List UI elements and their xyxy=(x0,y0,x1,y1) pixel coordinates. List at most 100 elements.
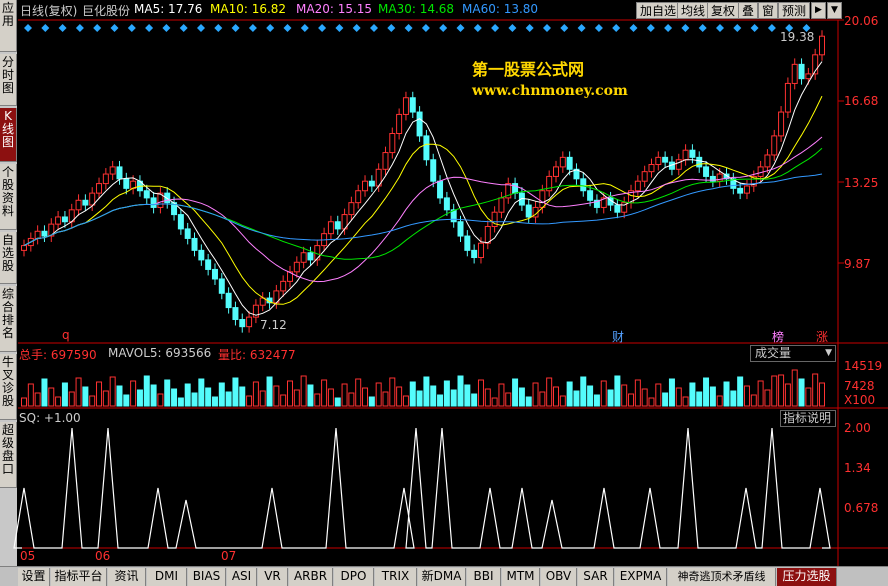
volume-bar xyxy=(89,395,96,407)
volume-bar xyxy=(655,383,662,407)
signal-diamond-icon xyxy=(750,24,759,32)
tab-dpo[interactable]: DPO xyxy=(334,568,374,586)
candle-body xyxy=(123,178,130,189)
candle-body xyxy=(402,97,409,115)
volume-bar xyxy=(443,380,450,407)
volume-bar xyxy=(341,383,348,407)
indicator-help-label: 指标说明 xyxy=(783,411,832,425)
price-tick-label: 16.68 xyxy=(844,94,879,108)
kline-chart[interactable] xyxy=(0,0,888,566)
volume-bar xyxy=(130,380,137,407)
candle-body xyxy=(443,197,450,211)
marker-rise[interactable]: 涨 xyxy=(816,328,828,345)
signal-diamond-icon xyxy=(767,24,776,32)
signal-diamond-icon xyxy=(456,24,465,32)
tab-obv[interactable]: OBV xyxy=(541,568,577,586)
marker-q[interactable]: q xyxy=(62,328,70,342)
month-label: 07 xyxy=(221,549,237,563)
volume-bar xyxy=(136,389,143,407)
candle-body xyxy=(423,135,430,161)
candle-body xyxy=(293,261,300,273)
tab-dmi[interactable]: DMI xyxy=(147,568,187,586)
tab-sar[interactable]: SAR xyxy=(578,568,614,586)
tab-settings[interactable]: 设置 xyxy=(18,568,50,586)
sq-tick-label: 0.678 xyxy=(844,501,879,515)
volume-bar xyxy=(689,382,696,407)
volume-bar xyxy=(368,396,375,407)
volume-selector[interactable]: 成交量 ▼ xyxy=(750,345,836,362)
volume-bar xyxy=(198,378,205,407)
signal-diamond-icon xyxy=(646,24,655,32)
volume-bar xyxy=(334,397,341,407)
volume-bar xyxy=(327,388,334,407)
marker-rank[interactable]: 榜 xyxy=(772,328,784,345)
volume-bar xyxy=(498,383,505,407)
tab-vr[interactable]: VR xyxy=(258,568,288,586)
volume-bar xyxy=(389,377,396,407)
volume-bar xyxy=(771,375,778,407)
signal-diamond-icon xyxy=(404,24,413,32)
signal-diamond-icon xyxy=(197,24,205,32)
candle-body xyxy=(430,159,437,182)
price-tick-label: 9.87 xyxy=(844,257,871,271)
signal-diamond-icon xyxy=(491,24,500,32)
candle-body xyxy=(771,135,778,156)
volume-bar xyxy=(382,391,389,407)
tab-news[interactable]: 资讯 xyxy=(108,568,146,586)
volume-bar xyxy=(491,397,498,407)
signal-diamond-icon xyxy=(387,24,396,32)
candle-body xyxy=(655,156,662,166)
tab-arbr[interactable]: ARBR xyxy=(289,568,333,586)
volume-bar xyxy=(532,382,539,407)
volume-ratio-label: 量比: 632477 xyxy=(218,348,296,362)
indicator-help-button[interactable]: 指标说明 xyxy=(780,410,836,427)
tab-pressure-select[interactable]: 压力选股 xyxy=(777,568,837,586)
volume-bar xyxy=(518,387,525,407)
tab-escape-top-line[interactable]: 神奇逃顶术矛盾线 xyxy=(668,568,776,586)
candle-body xyxy=(239,319,246,328)
signal-diamond-icon xyxy=(681,24,690,32)
candle-body xyxy=(682,149,689,161)
candle-body xyxy=(798,63,805,80)
tab-expma[interactable]: EXPMA xyxy=(615,568,667,586)
volume-bar xyxy=(784,383,791,407)
candle-body xyxy=(457,221,464,237)
ma5-line xyxy=(23,61,823,316)
volume-bar xyxy=(668,378,675,407)
candle-body xyxy=(553,166,559,177)
volume-bar xyxy=(143,375,150,407)
tab-mtm[interactable]: MTM xyxy=(502,568,540,586)
candle-body xyxy=(300,252,307,263)
signal-diamond-icon xyxy=(110,24,119,32)
volume-tick-label: 14519 xyxy=(844,359,883,373)
tab-asi[interactable]: ASI xyxy=(227,568,257,586)
volume-bar xyxy=(512,378,519,407)
price-tick-label: 20.06 xyxy=(844,14,879,28)
mavol-label: MAVOL5: 693566 xyxy=(108,346,212,360)
volume-bar xyxy=(437,394,444,407)
candle-body xyxy=(362,180,369,192)
signal-diamond-icon xyxy=(162,24,171,32)
volume-bar xyxy=(61,382,68,407)
tab-indicator-platform[interactable]: 指标平台 xyxy=(51,568,107,586)
volume-bar xyxy=(798,378,805,407)
tab-trix[interactable]: TRIX xyxy=(375,568,417,586)
volume-bar xyxy=(184,383,191,407)
volume-bar xyxy=(662,392,669,407)
volume-bar xyxy=(580,376,587,407)
sq-indicator-label: SQ: +1.00 xyxy=(19,411,81,425)
signal-diamond-icon xyxy=(664,24,673,32)
month-label: 06 xyxy=(95,549,111,563)
candle-body xyxy=(819,35,825,56)
tab-bbi[interactable]: BBI xyxy=(467,568,501,586)
volume-bar xyxy=(525,396,532,407)
volume-bar xyxy=(634,379,641,407)
signal-diamond-icon xyxy=(41,24,50,32)
tab-new-dma[interactable]: 新DMA xyxy=(418,568,466,586)
tab-bias[interactable]: BIAS xyxy=(188,568,226,586)
marker-finance[interactable]: 财 xyxy=(612,328,624,345)
candle-body xyxy=(396,113,403,135)
volume-bar xyxy=(375,382,382,407)
volume-bar xyxy=(34,392,41,407)
candle-body xyxy=(689,149,696,158)
